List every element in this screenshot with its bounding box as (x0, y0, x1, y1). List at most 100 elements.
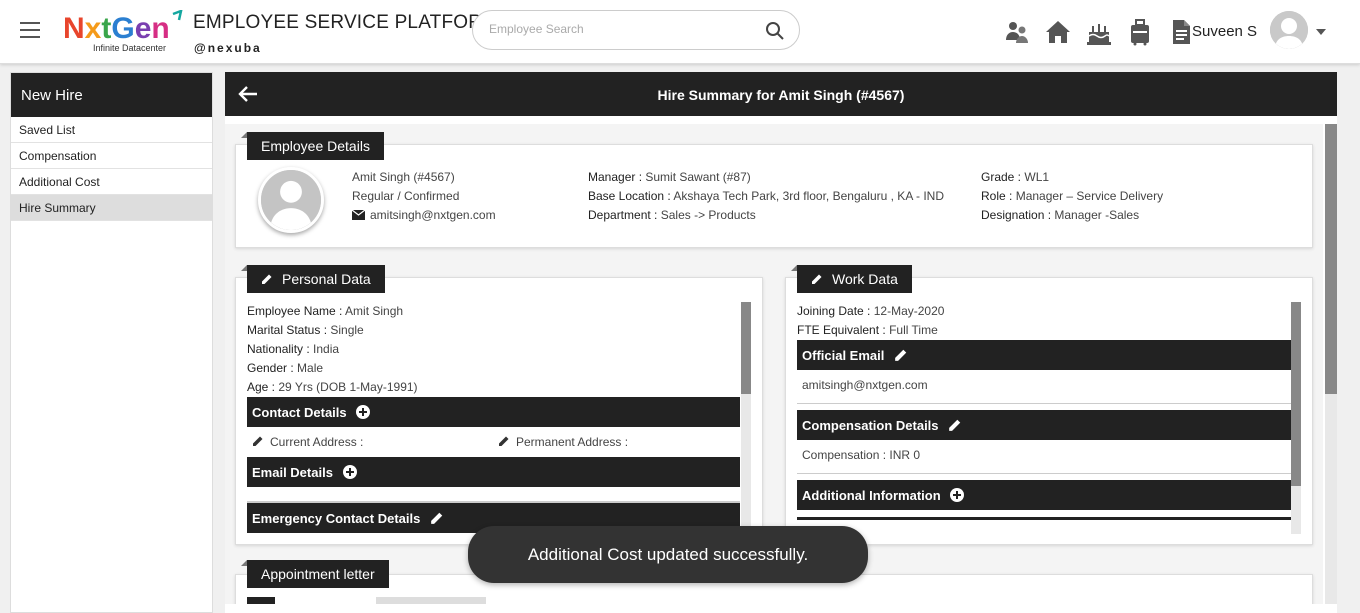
employee-name-value: Amit Singh (345, 304, 404, 318)
age-label: Age : (247, 380, 276, 394)
designation-label: Designation : (981, 208, 1052, 222)
personal-data-scrollbar[interactable] (741, 302, 751, 534)
work-data-scrollbar[interactable] (1291, 302, 1301, 534)
nationality-value: India (313, 342, 340, 356)
appointment-tab[interactable] (247, 597, 275, 604)
fte-value: Full Time (889, 323, 938, 337)
main-scrollbar[interactable] (1325, 124, 1337, 604)
employee-name-label: Employee Name : (247, 304, 343, 318)
employee-search-box[interactable] (472, 10, 800, 50)
sidebar-item-compensation[interactable]: Compensation (11, 143, 212, 169)
luggage-icon[interactable] (1126, 18, 1154, 46)
employee-basic-info: Amit Singh (#4567) Regular / Confirmed a… (351, 168, 496, 225)
official-email-header: Official Email (797, 340, 1291, 370)
hamburger-menu-icon[interactable] (20, 22, 40, 38)
employee-status: Regular / Confirmed (352, 189, 460, 203)
department-value: Sales -> Products (660, 208, 756, 222)
user-avatar[interactable] (1270, 11, 1308, 49)
base-location-label: Base Location : (588, 189, 671, 203)
add-contact-icon[interactable] (356, 405, 371, 419)
document-icon[interactable] (1167, 18, 1195, 46)
compensation-details-title: Compensation Details (802, 418, 939, 433)
nationality-label: Nationality : (247, 342, 310, 356)
department-label: Department : (588, 208, 658, 222)
chevron-down-icon[interactable] (1316, 29, 1326, 35)
address-row: Current Address : Permanent Address : (247, 427, 740, 457)
divider (797, 510, 1291, 520)
employee-name-id: Amit Singh (#4567) (352, 170, 455, 184)
add-email-icon[interactable] (342, 465, 357, 479)
envelope-icon (351, 209, 366, 220)
edit-work-data-icon[interactable] (811, 273, 823, 285)
personal-data-card: Employee Name : Amit Singh Marital Statu… (235, 277, 763, 545)
edit-official-email-icon[interactable] (894, 348, 908, 362)
gender-value: Male (297, 361, 324, 375)
edit-personal-data-icon[interactable] (261, 273, 273, 285)
user-name[interactable]: Suveen S (1192, 23, 1257, 40)
compensation-value: Compensation : INR 0 (797, 440, 1291, 474)
divider (247, 487, 740, 503)
fte-label: FTE Equivalent : (797, 323, 886, 337)
home-icon[interactable] (1044, 18, 1072, 46)
employee-role-info: Grade : WL1 Role : Manager – Service Del… (981, 168, 1163, 225)
app-title: EMPLOYEE SERVICE PLATFORM (193, 12, 499, 33)
joining-date-label: Joining Date : (797, 304, 871, 318)
grade-value: WL1 (1024, 170, 1050, 184)
official-email-title: Official Email (802, 348, 885, 363)
top-bar: NxtGen Infinite Datacenter EMPLOYEE SERV… (0, 0, 1360, 64)
appointment-letter-tag: Appointment letter (241, 560, 389, 588)
personal-data-pane: Employee Name : Amit Singh Marital Statu… (247, 302, 740, 546)
employee-photo (258, 167, 324, 233)
joining-date-value: 12-May-2020 (873, 304, 945, 318)
brand-name: @nexuba (194, 41, 262, 55)
employee-search-input[interactable] (489, 22, 749, 36)
role-label: Role : (981, 189, 1013, 203)
employee-email-row: amitsingh@nxtgen.com (351, 206, 496, 225)
nxtgen-logo[interactable]: NxtGen Infinite Datacenter (63, 9, 185, 56)
sidebar-item-saved-list[interactable]: Saved List (11, 117, 212, 143)
employee-details-tag: Employee Details (241, 132, 384, 160)
marital-status-value: Single (330, 323, 364, 337)
logo-wordmark: NxtGen (63, 9, 183, 45)
search-icon[interactable] (765, 21, 785, 41)
employee-org-info: Manager : Sumit Sawant (#87) Base Locati… (588, 168, 944, 225)
gender-label: Gender : (247, 361, 294, 375)
role-value: Manager – Service Delivery (1015, 189, 1164, 203)
sidebar: New Hire Saved List Compensation Additio… (10, 72, 213, 613)
edit-compensation-icon[interactable] (948, 418, 962, 432)
toast-notification: Additional Cost updated successfully. (468, 526, 868, 583)
compensation-details-header: Compensation Details (797, 410, 1291, 440)
edit-emergency-contact-icon[interactable] (430, 511, 444, 525)
marital-status-label: Marital Status : (247, 323, 328, 337)
top-icon-bar (1003, 18, 1195, 46)
current-address-label: Current Address : (270, 435, 364, 449)
birthday-cake-icon[interactable] (1085, 18, 1113, 46)
personal-data-title: Personal Data (282, 271, 371, 287)
additional-information-header: Additional Information (797, 480, 1291, 510)
sidebar-item-hire-summary[interactable]: Hire Summary (11, 195, 212, 221)
email-details-title: Email Details (252, 465, 333, 480)
add-information-icon[interactable] (950, 488, 965, 502)
age-value: 29 Yrs (DOB 1-May-1991) (278, 380, 418, 394)
work-data-tag: Work Data (791, 265, 912, 293)
logo-subtitle: Infinite Datacenter (93, 43, 167, 53)
svg-text:NxtGen: NxtGen (63, 12, 170, 44)
base-location-value: Akshaya Tech Park, 3rd floor, Bengaluru … (673, 189, 944, 203)
work-data-pane: Joining Date : 12-May-2020 FTE Equivalen… (797, 302, 1291, 534)
employee-email: amitsingh@nxtgen.com (370, 208, 496, 222)
contact-details-header: Contact Details (247, 397, 740, 427)
permanent-address-label: Permanent Address : (516, 435, 629, 449)
manager-label: Manager : (588, 170, 643, 184)
grade-label: Grade : (981, 170, 1022, 184)
page-header: Hire Summary for Amit Singh (#4567) (225, 72, 1337, 116)
emergency-contact-title: Emergency Contact Details (252, 511, 421, 526)
appointment-tab[interactable] (376, 597, 486, 604)
sidebar-item-additional-cost[interactable]: Additional Cost (11, 169, 212, 195)
additional-information-title: Additional Information (802, 488, 941, 503)
personal-data-tag: Personal Data (241, 265, 385, 293)
work-data-title: Work Data (832, 271, 898, 287)
edit-permanent-address-icon[interactable] (498, 435, 510, 447)
edit-current-address-icon[interactable] (252, 435, 264, 447)
team-icon[interactable] (1003, 18, 1031, 46)
contact-details-title: Contact Details (252, 405, 347, 420)
